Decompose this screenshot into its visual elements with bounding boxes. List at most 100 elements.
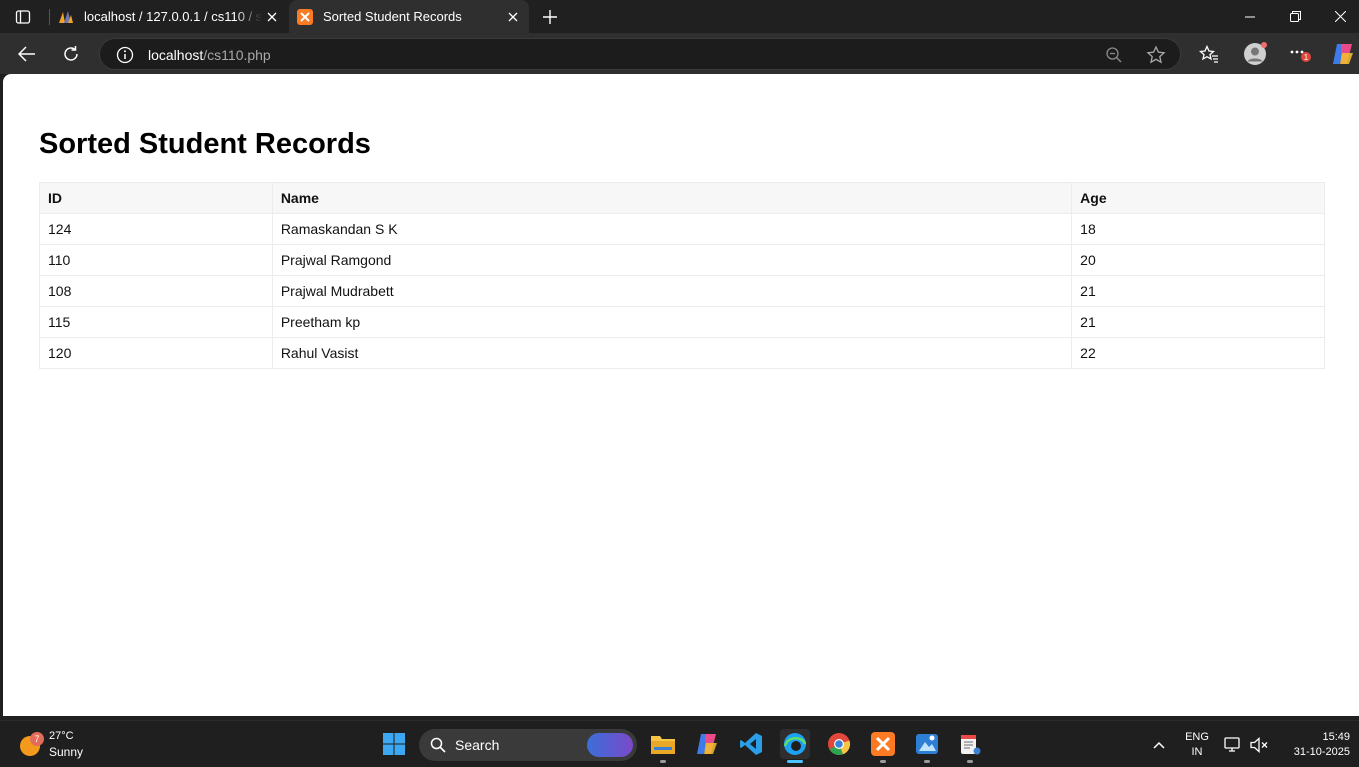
table-header-row: ID Name Age	[39, 182, 1325, 214]
weather-badge: 7	[30, 732, 44, 746]
cell-id: 110	[39, 244, 273, 276]
xampp-icon	[871, 732, 895, 756]
close-window-button[interactable]	[1318, 0, 1359, 33]
file-explorer-icon	[651, 736, 675, 754]
language-region: IN	[1191, 745, 1203, 758]
volume-muted-icon	[1250, 736, 1268, 753]
tab-actions-icon	[15, 10, 31, 24]
taskbar-search[interactable]: Search	[419, 729, 637, 761]
minimize-icon	[1244, 16, 1255, 17]
avatar	[1244, 42, 1267, 65]
cell-id: 124	[39, 213, 273, 245]
table-row: 124 Ramaskandan S K 18	[39, 213, 1325, 245]
column-header-name: Name	[271, 182, 1073, 214]
search-label: Search	[455, 737, 500, 753]
start-button[interactable]	[379, 729, 409, 759]
running-indicator	[924, 760, 930, 763]
volume-button[interactable]	[1248, 721, 1270, 767]
taskbar-chrome[interactable]	[824, 729, 854, 759]
zoom-out-icon[interactable]	[1105, 46, 1123, 64]
close-tab-icon[interactable]	[262, 7, 282, 27]
reload-button[interactable]	[56, 39, 86, 69]
windows-taskbar: 7 27°C Sunny Search ENG IN 15:49 31-10-2…	[0, 720, 1359, 767]
cell-age: 20	[1071, 244, 1325, 276]
tab-sorted-student-records[interactable]: Sorted Student Records	[289, 0, 529, 33]
close-icon	[1335, 11, 1346, 22]
cell-id: 120	[39, 337, 273, 369]
tab-strip: localhost / 127.0.0.1 / cs110 / students…	[0, 0, 1359, 33]
xampp-icon	[297, 8, 313, 25]
url-text: localhost/cs110.php	[148, 47, 271, 63]
edge-icon	[783, 733, 807, 755]
table-row: 110 Prajwal Ramgond 20	[39, 244, 1325, 276]
language-indicator[interactable]: ENG IN	[1180, 721, 1214, 767]
taskbar-paint[interactable]	[912, 729, 942, 763]
taskbar-xampp[interactable]	[868, 729, 898, 763]
favorite-star-icon[interactable]	[1146, 45, 1166, 65]
weather-temperature: 27°C	[49, 730, 74, 742]
show-hidden-icons-button[interactable]	[1148, 721, 1170, 767]
cell-age: 18	[1071, 213, 1325, 245]
profile-button[interactable]	[1240, 39, 1270, 69]
tab-title: localhost / 127.0.0.1 / cs110 / students…	[84, 9, 262, 24]
cell-name: Prajwal Mudrabett	[271, 275, 1073, 307]
notification-badge: 1	[1304, 53, 1309, 62]
weather-widget[interactable]: 7 27°C Sunny	[16, 727, 106, 763]
close-tab-icon[interactable]	[503, 7, 523, 27]
vscode-icon	[740, 733, 762, 755]
cell-name: Ramaskandan S K	[271, 213, 1073, 245]
tab-title: Sorted Student Records	[323, 9, 462, 24]
cell-id: 108	[39, 275, 273, 307]
copilot-button[interactable]	[1328, 39, 1358, 69]
chrome-icon	[828, 733, 851, 756]
favorites-icon	[1199, 45, 1218, 63]
url-path: /cs110.php	[203, 47, 271, 63]
arrow-left-icon	[18, 46, 35, 62]
taskbar-copilot[interactable]	[692, 729, 722, 759]
site-info-icon[interactable]	[116, 46, 134, 64]
search-highlight-icon	[587, 733, 633, 757]
cell-age: 21	[1071, 306, 1325, 338]
taskbar-file-explorer[interactable]	[648, 729, 678, 763]
table-row: 115 Preetham kp 21	[39, 306, 1325, 338]
clock-time: 15:49	[1322, 730, 1350, 743]
new-tab-button[interactable]	[538, 6, 562, 28]
clock-date: 31-10-2025	[1293, 745, 1350, 758]
settings-more-button[interactable]: 1	[1285, 39, 1315, 69]
more-icon: 1	[1290, 50, 1311, 62]
cell-age: 22	[1071, 337, 1325, 369]
back-button[interactable]	[12, 39, 42, 69]
tab-phpmyadmin[interactable]: localhost / 127.0.0.1 / cs110 / students…	[50, 0, 288, 33]
restore-button[interactable]	[1273, 0, 1318, 33]
network-button[interactable]	[1222, 721, 1244, 767]
table-row: 108 Prajwal Mudrabett 21	[39, 275, 1325, 307]
running-indicator	[967, 760, 973, 763]
notepad-icon	[961, 735, 981, 755]
taskbar-notepad[interactable]	[955, 729, 985, 763]
chevron-up-icon	[1153, 741, 1165, 749]
browser-toolbar: localhost/cs110.php 1	[0, 33, 1359, 74]
address-bar[interactable]: localhost/cs110.php	[99, 38, 1181, 70]
column-header-age: Age	[1071, 182, 1325, 214]
plus-icon	[543, 10, 557, 24]
cell-id: 115	[39, 306, 273, 338]
taskbar-vscode[interactable]	[736, 729, 766, 759]
student-records-table: ID Name Age 124 Ramaskandan S K 18 110 P…	[39, 182, 1325, 369]
phpmyadmin-icon	[58, 9, 74, 25]
network-icon	[1224, 736, 1240, 752]
start-icon	[383, 733, 405, 755]
search-icon	[430, 737, 446, 753]
copilot-icon	[697, 734, 717, 754]
system-clock[interactable]: 15:49 31-10-2025	[1280, 721, 1350, 767]
cell-name: Prajwal Ramgond	[271, 244, 1073, 276]
running-indicator	[660, 760, 666, 763]
minimize-button[interactable]	[1227, 0, 1272, 33]
taskbar-edge[interactable]	[780, 729, 810, 763]
cell-name: Preetham kp	[271, 306, 1073, 338]
table-row: 120 Rahul Vasist 22	[39, 337, 1325, 369]
favorites-button[interactable]	[1194, 39, 1224, 69]
url-host: localhost	[148, 47, 204, 63]
cell-age: 21	[1071, 275, 1325, 307]
tab-actions-button[interactable]	[8, 5, 38, 29]
page-title: Sorted Student Records	[39, 128, 371, 160]
